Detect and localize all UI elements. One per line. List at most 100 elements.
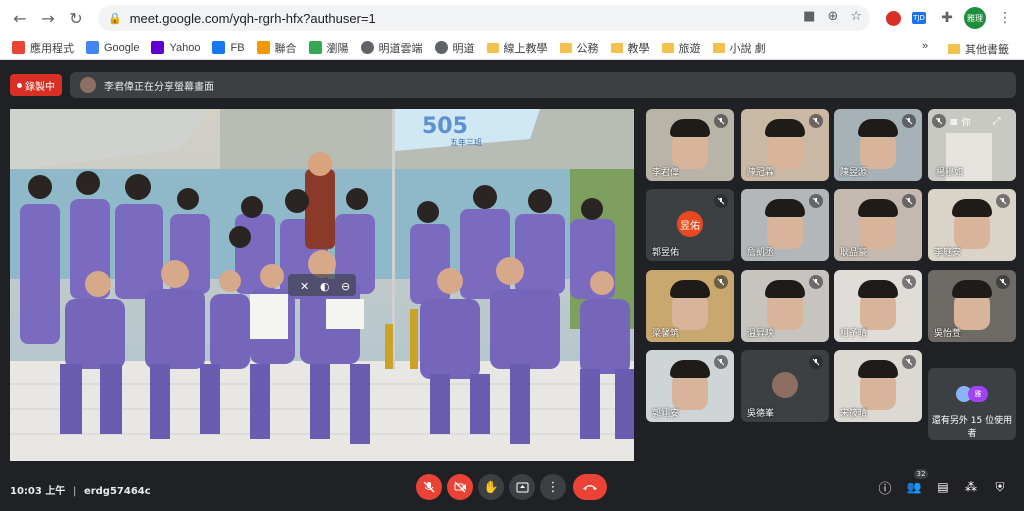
participant-name: 吳怡萱 bbox=[934, 329, 962, 339]
participant-hair bbox=[858, 199, 898, 217]
banner-subtitle: 五年三班 bbox=[450, 137, 482, 147]
bookmarks-bar: 應用程式 Google Yahoo FB 聯合 瀏陽 明道雲端 明道 線上教學 公務 教學 旅遊 小說 … bbox=[0, 36, 1024, 60]
bookmark-item[interactable]: 聯合 bbox=[251, 40, 303, 56]
participant-name: 溫昇映 bbox=[747, 329, 775, 339]
participant-tile[interactable]: 李庭安 bbox=[928, 189, 1016, 261]
meeting-info: 10:03 上午 | erdg57464c bbox=[10, 486, 151, 497]
more-users-label: 還有另外 15 位使用者 bbox=[931, 416, 1013, 439]
bookmark-item[interactable]: 旅遊 bbox=[656, 40, 707, 56]
meeting-details-button[interactable]: ⓘ bbox=[876, 478, 894, 497]
reload-icon[interactable]: ↻ bbox=[62, 4, 90, 32]
chat-button[interactable]: ▤ bbox=[934, 478, 952, 496]
bookmark-item[interactable]: Yahoo bbox=[145, 41, 206, 54]
more-options-button[interactable]: ⋮ bbox=[540, 474, 566, 500]
participant-tile[interactable]: 柯予晴 bbox=[834, 270, 922, 342]
leave-call-button[interactable] bbox=[573, 474, 607, 500]
bookmark-label: 明道雲端 bbox=[378, 42, 423, 55]
participant-tile[interactable]: 吳德峯 bbox=[741, 350, 829, 422]
bookmark-item[interactable]: 應用程式 bbox=[6, 40, 80, 56]
host-controls-button[interactable]: ⛨ bbox=[991, 478, 1009, 496]
participant-hair bbox=[858, 280, 898, 298]
participant-name: 詹凱丞 bbox=[747, 248, 775, 258]
class-photo: 505 五年三班 ✕ ◐ ⊖ bbox=[10, 109, 636, 461]
participant-name: 宋筱晴 bbox=[840, 409, 868, 419]
site-icon bbox=[308, 41, 322, 54]
participant-name: 李庭安 bbox=[934, 248, 962, 258]
browser-menu-icon[interactable]: ⋮ bbox=[994, 7, 1016, 29]
camera-off-icon: ▩ bbox=[950, 116, 958, 126]
recording-badge: 錄製中 bbox=[10, 74, 62, 96]
more-users-tile[interactable]: 雅 還有另外 15 位使用者 bbox=[928, 368, 1016, 440]
muted-mic-icon bbox=[902, 355, 916, 369]
bookmark-label: 瀏陽 bbox=[326, 42, 349, 55]
camera-toggle-button[interactable] bbox=[447, 474, 473, 500]
profile-avatar[interactable]: 雅理 bbox=[964, 7, 986, 29]
bookmark-item[interactable]: 明道雲端 bbox=[355, 40, 429, 56]
bookmark-item[interactable]: 瀏陽 bbox=[303, 40, 355, 56]
bookmark-item[interactable]: 公務 bbox=[554, 40, 605, 56]
participant-tile[interactable]: 耿品豪 bbox=[834, 189, 922, 261]
yahoo-icon bbox=[151, 41, 165, 54]
muted-mic-icon bbox=[809, 355, 823, 369]
browser-toolbar: ← → ↻ 🔒 meet.google.com/yqh-rgrh-hfx?aut… bbox=[0, 0, 1024, 36]
address-bar[interactable]: 🔒 meet.google.com/yqh-rgrh-hfx?authuser=… bbox=[98, 5, 870, 31]
bookmark-star-icon[interactable]: ☆ bbox=[850, 9, 862, 24]
camera-off-icon bbox=[454, 481, 466, 493]
bookmark-item[interactable]: 線上教學 bbox=[481, 40, 554, 56]
muted-mic-icon bbox=[996, 194, 1010, 208]
extensions-puzzle-icon[interactable]: ✚ bbox=[936, 7, 958, 29]
participant-tile[interactable]: 昱佑 郭昱佑 bbox=[646, 189, 734, 261]
participant-tile[interactable]: 吳怡萱 bbox=[928, 270, 1016, 342]
info-icon: ⓘ bbox=[878, 481, 892, 497]
folder-icon bbox=[559, 42, 572, 53]
participant-avatar bbox=[772, 372, 798, 398]
folder-icon bbox=[712, 42, 725, 53]
more-vert-icon: ⋮ bbox=[546, 479, 560, 495]
camera-icon[interactable]: ■ bbox=[803, 9, 815, 24]
raise-hand-button[interactable]: ✋ bbox=[478, 474, 504, 500]
participant-hair bbox=[765, 280, 805, 298]
people-button[interactable]: 👥 bbox=[905, 478, 923, 496]
banner-number: 505 bbox=[422, 114, 468, 139]
bookmark-label: Google bbox=[104, 41, 140, 54]
participant-tile[interactable]: 詹凱丞 bbox=[741, 189, 829, 261]
expand-icon[interactable]: ⤢ bbox=[993, 116, 1001, 127]
participant-tile[interactable]: 李君偉 bbox=[646, 109, 734, 181]
bookmark-other[interactable]: 其他書籤 bbox=[942, 41, 1015, 57]
muted-mic-icon bbox=[902, 114, 916, 128]
participant-hair bbox=[858, 119, 898, 137]
participant-tile[interactable]: 宋筱晴 bbox=[834, 350, 922, 422]
forward-icon[interactable]: → bbox=[34, 4, 62, 32]
activities-button[interactable]: ⁂ bbox=[962, 478, 980, 496]
bookmark-item[interactable]: FB bbox=[206, 41, 250, 54]
participant-tile[interactable]: 陳冠霖 bbox=[741, 109, 829, 181]
participant-name: 郭翊安 bbox=[652, 409, 680, 419]
bookmark-item[interactable]: 明道 bbox=[429, 40, 481, 56]
bookmark-item[interactable]: 教學 bbox=[605, 40, 656, 56]
participant-tile[interactable]: 梁馨筑 bbox=[646, 270, 734, 342]
muted-mic-icon bbox=[714, 355, 728, 369]
shared-screen: 505 五年三班 ✕ ◐ ⊖ bbox=[10, 109, 636, 461]
participant-tile[interactable]: 溫昇映 bbox=[741, 270, 829, 342]
bookmark-label: 小說 劇 bbox=[729, 42, 766, 55]
participant-hair bbox=[670, 280, 710, 298]
extension-tjd-icon[interactable]: TJD bbox=[908, 7, 930, 29]
participant-tile[interactable]: 郭翊安 bbox=[646, 350, 734, 422]
self-tile[interactable]: ▩ 你 ⤢ 楊穆如 bbox=[928, 109, 1016, 181]
bookmarks-more-icon[interactable]: » bbox=[922, 40, 928, 52]
muted-mic-icon bbox=[714, 194, 728, 208]
participant-hair bbox=[858, 360, 898, 378]
bookmark-item[interactable]: Google bbox=[80, 41, 145, 54]
participant-name: 李君偉 bbox=[652, 168, 680, 178]
participant-tile[interactable]: 陳昱源 bbox=[834, 109, 922, 181]
mic-toggle-button[interactable] bbox=[416, 474, 442, 500]
participant-hair bbox=[765, 119, 805, 137]
hang-up-icon bbox=[583, 485, 597, 490]
back-icon[interactable]: ← bbox=[6, 4, 34, 32]
bookmark-label: 公務 bbox=[576, 42, 599, 55]
bookmark-item[interactable]: 小說 劇 bbox=[707, 40, 772, 56]
presenter-avatar bbox=[80, 77, 96, 93]
zoom-icon[interactable]: ⊕ bbox=[827, 9, 838, 24]
present-screen-button[interactable] bbox=[509, 474, 535, 500]
extension-red-icon[interactable] bbox=[882, 7, 904, 29]
